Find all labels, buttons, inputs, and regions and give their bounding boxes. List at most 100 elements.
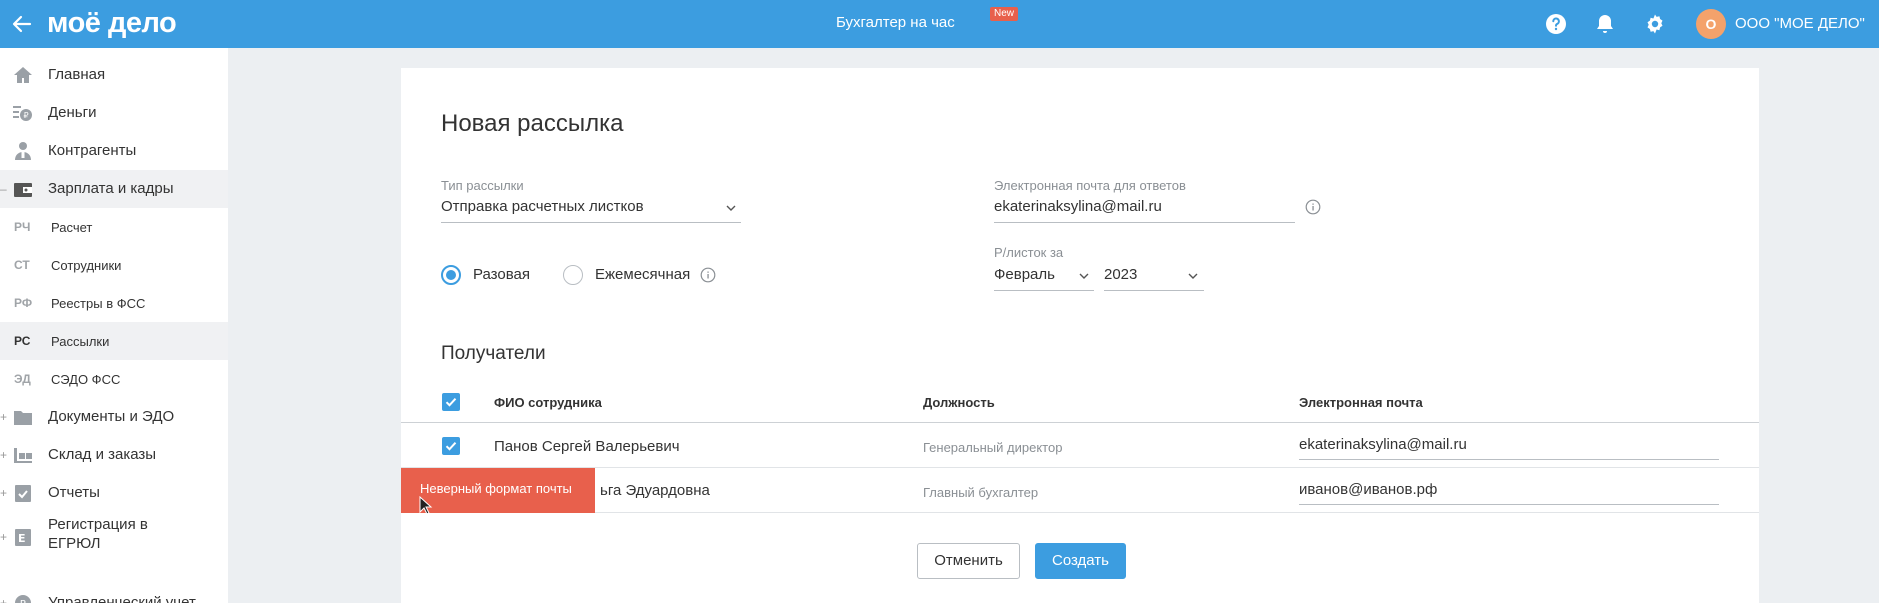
employee-email-input[interactable]: ekaterinaksylina@mail.ru (1299, 436, 1467, 454)
subitem-label: СЭДО ФСС (51, 372, 121, 387)
month-underline (994, 290, 1094, 291)
sidebar-item-home[interactable]: Главная (0, 56, 228, 94)
subitem-abbr: РС (14, 334, 31, 348)
info-icon[interactable] (700, 267, 716, 283)
help-icon[interactable] (1544, 12, 1568, 36)
sidebar-item-label: Управленческий учет (48, 594, 196, 603)
new-mailing-card: Новая рассылка Тип рассылки Отправка рас… (401, 68, 1759, 603)
email-underline (1299, 459, 1719, 460)
logo[interactable]: моё дело (47, 6, 177, 40)
svg-text:₽: ₽ (20, 599, 27, 603)
sidebar-item-egrul[interactable]: + E Регистрация в ЕГРЮЛ (0, 514, 228, 558)
sidebar-item-label: Склад и заказы (48, 446, 157, 463)
subitem-abbr: РФ (14, 296, 33, 310)
new-badge: New (990, 7, 1019, 21)
row-divider (401, 512, 1759, 513)
radio-one-time[interactable] (441, 265, 461, 285)
sidebar-subitem-employees[interactable]: СТ Сотрудники (0, 246, 228, 284)
subitem-label: Реестры в ФСС (51, 296, 146, 311)
sidebar-subitem-mailings[interactable]: РС Рассылки (0, 322, 228, 360)
check-icon (445, 442, 457, 451)
radio-monthly-label[interactable]: Ежемесячная (595, 266, 690, 284)
info-icon[interactable] (1305, 199, 1321, 215)
registration-icon: E (15, 529, 31, 546)
header-divider (401, 422, 1759, 423)
chevron-down-icon[interactable] (1077, 269, 1091, 283)
wallet-icon (14, 183, 32, 197)
cancel-button[interactable]: Отменить (917, 543, 1020, 579)
sidebar-item-label: Отчеты (48, 484, 100, 501)
mailing-type-underline (441, 222, 741, 223)
sidebar-item-reports[interactable]: + Отчеты (0, 474, 228, 512)
expand-icon[interactable]: + (0, 448, 7, 462)
create-button[interactable]: Создать (1035, 543, 1126, 579)
sidebar-item-label: Главная (48, 66, 106, 83)
sidebar-item-money[interactable]: ₽ Деньги (0, 94, 228, 132)
column-header-email: Электронная почта (1299, 395, 1423, 410)
home-icon (14, 67, 32, 83)
radio-monthly[interactable] (563, 265, 583, 285)
page-title: Новая рассылка (441, 110, 624, 137)
mailing-type-select[interactable]: Отправка расчетных листков (441, 198, 644, 216)
reports-icon (15, 485, 31, 502)
sidebar-item-warehouse[interactable]: + Склад и заказы (0, 436, 228, 474)
sidebar-item-contractors[interactable]: Контрагенты (0, 132, 228, 170)
top-bar: моё дело Бухгалтер на час New О ООО "МОЕ… (0, 0, 1879, 48)
sidebar-subitem-fss-registers[interactable]: РФ Реестры в ФСС (0, 284, 228, 322)
year-select[interactable]: 2023 (1104, 266, 1137, 284)
reply-email-underline (994, 222, 1295, 223)
accountant-on-call-link[interactable]: Бухгалтер на час (836, 14, 955, 32)
row-divider (401, 467, 1759, 468)
period-label: Р/листок за (994, 245, 1064, 260)
money-icon: ₽ (13, 106, 32, 121)
employee-position: Главный бухгалтер (923, 485, 1039, 500)
sidebar-item-label: Деньги (48, 104, 97, 121)
folder-icon (14, 411, 32, 425)
expand-icon[interactable]: + (0, 530, 7, 544)
subitem-abbr: ЭД (14, 372, 31, 386)
warehouse-icon (14, 448, 32, 463)
column-header-position: Должность (923, 395, 995, 410)
subitem-label: Рассылки (51, 334, 110, 349)
sidebar-item-management[interactable]: + ₽ Управленческий учет (0, 584, 228, 603)
row-checkbox[interactable] (442, 437, 460, 455)
expand-icon[interactable]: + (0, 410, 7, 424)
year-underline (1104, 290, 1204, 291)
sidebar-item-label: Регистрация в ЕГРЮЛ (48, 516, 148, 552)
bell-icon[interactable] (1593, 12, 1617, 36)
check-icon (445, 398, 457, 407)
svg-text:E: E (18, 532, 26, 545)
month-select[interactable]: Февраль (994, 266, 1055, 284)
sidebar-item-label: Контрагенты (48, 142, 137, 159)
expand-icon[interactable]: + (0, 596, 7, 603)
sidebar-item-label: Зарплата и кадры (48, 180, 174, 197)
gear-icon[interactable] (1643, 12, 1667, 36)
reply-email-input[interactable]: ekaterinaksylina@mail.ru (994, 198, 1162, 216)
mailing-type-label: Тип рассылки (441, 178, 524, 193)
radio-one-time-label[interactable]: Разовая (473, 266, 530, 284)
sidebar-subitem-calculation[interactable]: РЧ Расчет (0, 208, 228, 246)
collapse-icon[interactable]: – (0, 182, 7, 196)
reply-email-label: Электронная почта для ответов (994, 178, 1186, 193)
select-all-checkbox[interactable] (442, 393, 460, 411)
expand-icon[interactable]: + (0, 486, 7, 500)
subitem-abbr: РЧ (14, 220, 31, 234)
svg-text:₽: ₽ (24, 111, 29, 120)
employee-name: ьга Эдуардовна (600, 482, 710, 499)
back-arrow-icon[interactable] (10, 12, 34, 36)
employee-name: Панов Сергей Валерьевич (494, 438, 680, 455)
organization-name[interactable]: ООО "МОЕ ДЕЛО" (1735, 15, 1865, 33)
employee-email-input[interactable]: иванов@иванов.рф (1299, 481, 1437, 499)
management-icon: ₽ (15, 595, 31, 603)
chevron-down-icon[interactable] (1186, 269, 1200, 283)
chevron-down-icon[interactable] (724, 201, 738, 215)
sidebar: Главная ₽ Деньги Контрагенты – Зарплата … (0, 48, 228, 603)
subitem-label: Расчет (51, 220, 93, 235)
employee-position: Генеральный директор (923, 440, 1063, 455)
avatar[interactable]: О (1696, 9, 1726, 39)
sidebar-item-documents[interactable]: + Документы и ЭДО (0, 398, 228, 436)
sidebar-subitem-sedo-fss[interactable]: ЭД СЭДО ФСС (0, 360, 228, 398)
sidebar-item-label: Документы и ЭДО (48, 408, 175, 425)
mouse-cursor-icon (419, 496, 433, 515)
sidebar-item-salary[interactable]: – Зарплата и кадры (0, 170, 228, 208)
